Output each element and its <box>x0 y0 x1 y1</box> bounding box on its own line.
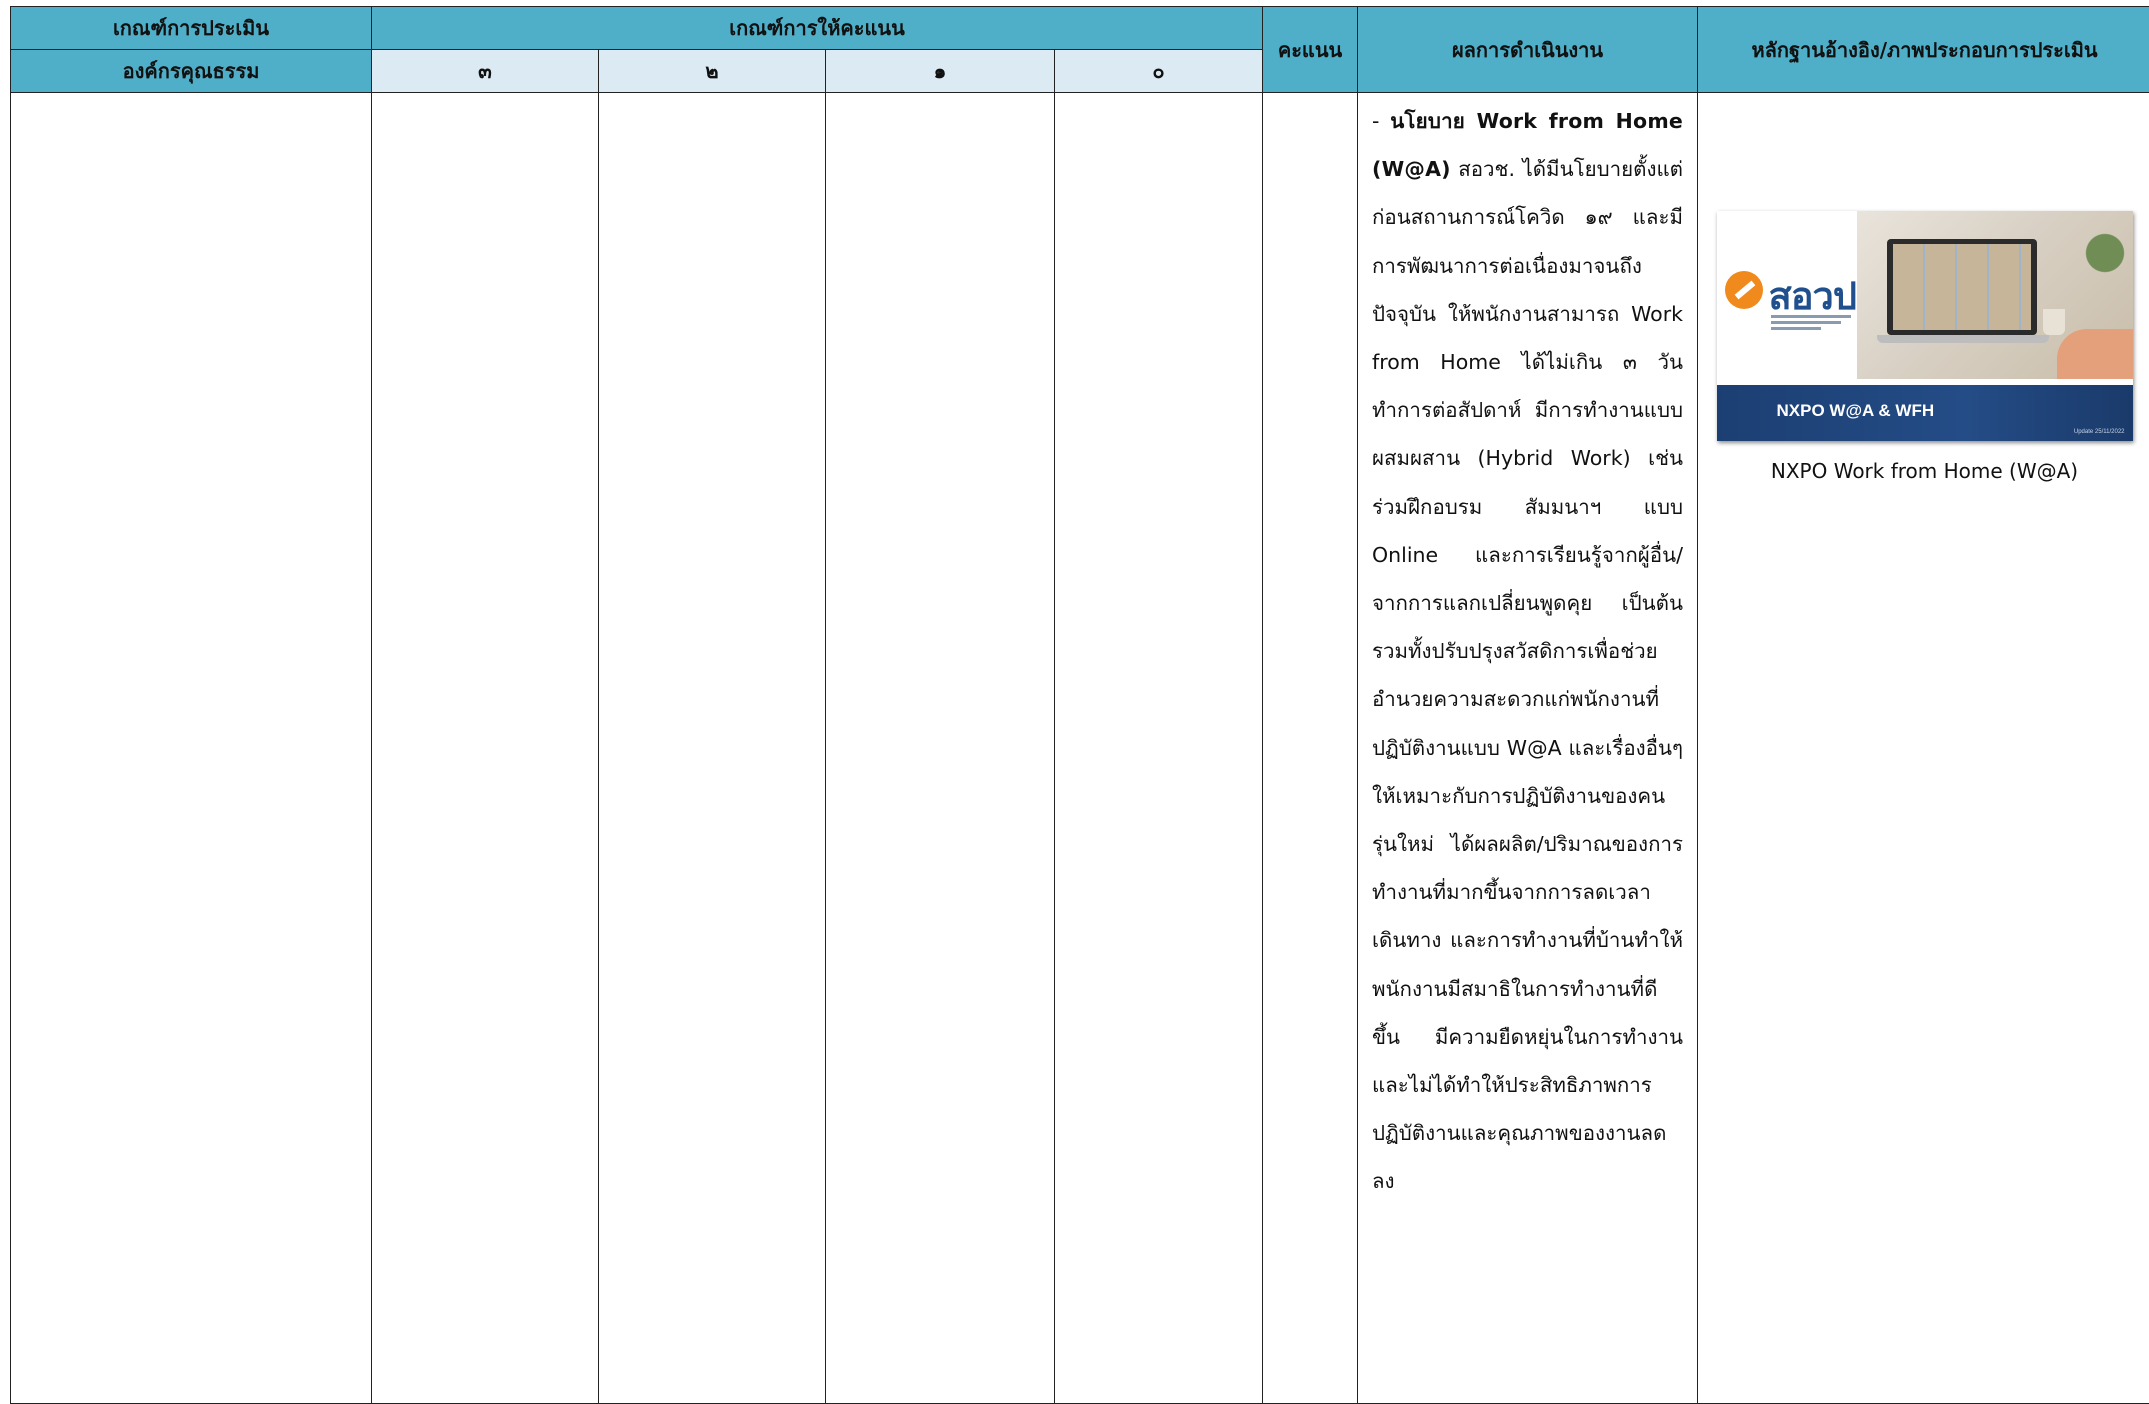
video-call-photo <box>1857 211 2133 379</box>
level-2-cell <box>599 93 826 1404</box>
video-call-screen <box>1893 244 2031 330</box>
level-0-cell <box>1055 93 1263 1404</box>
result-dash: - <box>1372 109 1390 133</box>
level-3-header: ๓ <box>372 50 599 93</box>
cup-icon <box>2043 309 2065 335</box>
plant-icon <box>2085 225 2125 295</box>
nxpo-logo-icon <box>1725 271 1763 309</box>
level-1-cell <box>826 93 1055 1404</box>
hand-shape <box>2057 329 2133 379</box>
evidence-header: หลักฐานอ้างอิง/ภาพประกอบการประเมิน <box>1698 7 2149 93</box>
evaluation-table: เกณฑ์การประเมิน เกณฑ์การให้คะแนน คะแนน ผ… <box>10 6 2149 1404</box>
level-3-cell <box>372 93 599 1404</box>
result-body: สอวช. ได้มีนโยบายตั้งแต่ก่อนสถานการณ์โคว… <box>1372 157 1683 1193</box>
laptop-base <box>1877 335 2049 343</box>
logo-subtitle-line <box>1771 327 1821 330</box>
evidence-thumbnail[interactable]: สอวป NXPO W@A & WFH <box>1717 211 2133 441</box>
evidence-caption: NXPO Work from Home (W@A) <box>1698 459 2149 483</box>
result-text: - นโยบาย Work from Home (W@A) สอวช. ได้ม… <box>1358 93 1697 1206</box>
level-1-header: ๑ <box>826 50 1055 93</box>
logo-subtitle-line <box>1771 321 1841 324</box>
criteria-cell <box>11 93 372 1404</box>
banner-date: Update 25/11/2022 <box>2074 429 2125 435</box>
evidence-cell: สอวป NXPO W@A & WFH <box>1698 93 2149 1404</box>
level-2-header: ๒ <box>599 50 826 93</box>
result-cell: - นโยบาย Work from Home (W@A) สอวช. ได้ม… <box>1358 93 1698 1404</box>
scoring-header: เกณฑ์การให้คะแนน <box>372 7 1263 50</box>
score-header: คะแนน <box>1263 7 1358 93</box>
criteria-header-line2: องค์กรคุณธรรม <box>11 50 372 93</box>
result-header: ผลการดำเนินงาน <box>1358 7 1698 93</box>
criteria-header-line1: เกณฑ์การประเมิน <box>11 7 372 50</box>
score-cell <box>1263 93 1358 1404</box>
logo-subtitle-line <box>1771 315 1851 318</box>
level-0-header: ๐ <box>1055 50 1263 93</box>
banner-title: NXPO W@A & WFH <box>1777 401 1935 421</box>
